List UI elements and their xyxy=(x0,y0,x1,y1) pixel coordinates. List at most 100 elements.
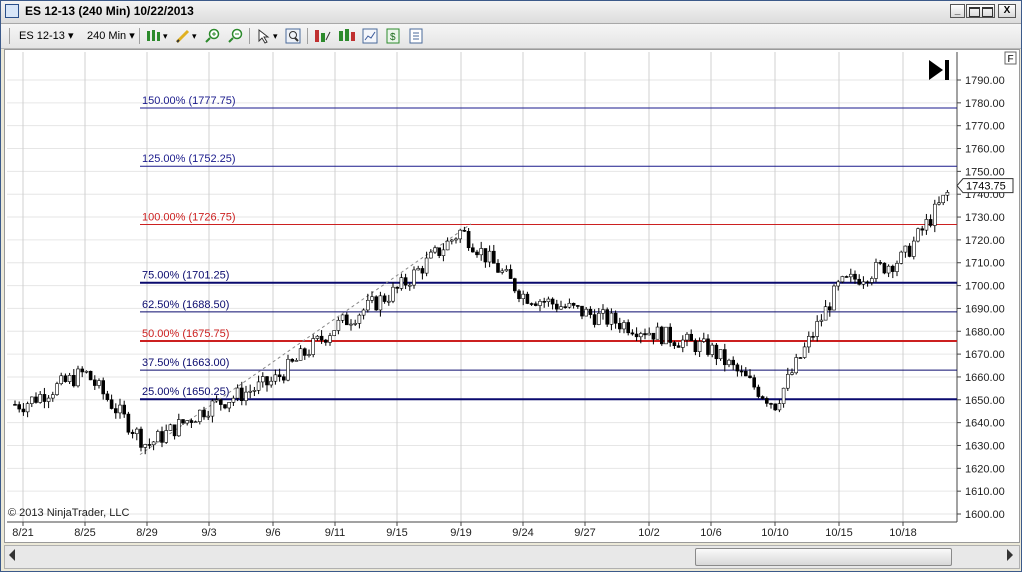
dollar-icon[interactable]: $ xyxy=(385,28,401,44)
candle-body xyxy=(177,419,181,437)
candle-body xyxy=(420,268,425,274)
close-button[interactable]: X xyxy=(998,4,1016,18)
candle-body xyxy=(319,335,324,341)
candle-body xyxy=(937,202,941,205)
x-tick-label: 10/2 xyxy=(638,527,659,539)
candle-body xyxy=(819,319,824,322)
candle-body xyxy=(861,281,866,285)
scroll-left-arrow-icon[interactable] xyxy=(9,549,15,561)
chart-icon[interactable] xyxy=(362,28,378,44)
candle-body xyxy=(769,403,773,405)
candle-body xyxy=(214,399,219,402)
candle-body xyxy=(244,391,248,402)
cursor-dropdown[interactable]: ▾ xyxy=(273,27,278,45)
candle-body xyxy=(290,358,295,362)
candle-body xyxy=(273,374,278,382)
candle-body xyxy=(302,348,307,356)
cursor-icon[interactable] xyxy=(256,28,272,44)
y-tick-label: 1650.00 xyxy=(965,395,1005,407)
candle-body xyxy=(357,314,362,324)
y-tick-label: 1770.00 xyxy=(965,121,1005,133)
x-tick-label: 10/6 xyxy=(700,527,721,539)
fib-level-label: 100.00% (1726.75) xyxy=(142,211,236,223)
candle-body xyxy=(130,431,135,435)
candle-body xyxy=(445,240,450,251)
candle-body xyxy=(399,277,404,289)
candle-body xyxy=(584,308,589,317)
zoom-in-icon[interactable] xyxy=(204,28,220,44)
candle-body xyxy=(504,269,509,272)
pencil-icon[interactable] xyxy=(175,28,191,44)
candle-body xyxy=(395,286,400,289)
candle-body xyxy=(122,404,126,415)
candlestick xyxy=(168,423,173,431)
candle-body xyxy=(172,424,177,437)
chart-panel[interactable]: 1790.00 1780.00 1770.00 1760.00 1750.00 1740.… xyxy=(4,49,1020,543)
candle-body xyxy=(790,372,794,375)
candle-body xyxy=(72,375,76,387)
candle-body xyxy=(143,444,147,448)
chart-app-icon xyxy=(5,4,19,18)
candle-body xyxy=(903,245,908,253)
scrollbar-thumb[interactable] xyxy=(695,548,952,566)
price-chart[interactable]: 1790.001780.001770.001760.001750.001740.… xyxy=(5,50,1019,542)
candle-body xyxy=(491,250,496,264)
candle-body xyxy=(613,312,618,324)
zoom-out-icon[interactable] xyxy=(227,28,243,44)
candle-body xyxy=(13,404,17,406)
minimize-button[interactable]: _ xyxy=(950,4,965,18)
candlestick xyxy=(88,370,93,381)
drawing-dropdown[interactable]: ▾ xyxy=(192,27,197,45)
candle-body xyxy=(202,409,206,418)
candle-body xyxy=(470,247,475,253)
candle-body xyxy=(680,339,685,348)
window-title: ES 12-13 (240 Min) 10/22/2013 xyxy=(25,4,194,18)
horizontal-scrollbar[interactable] xyxy=(4,545,1020,569)
restore-button[interactable] xyxy=(966,4,995,18)
candle-body xyxy=(265,376,269,386)
candle-body xyxy=(806,336,811,348)
copyright-text: © 2013 NinjaTrader, LLC xyxy=(8,507,129,519)
x-tick-label: 9/24 xyxy=(512,527,533,539)
strategies-icon[interactable] xyxy=(338,28,355,44)
candle-body xyxy=(151,441,156,446)
candle-body xyxy=(823,306,828,321)
candle-body xyxy=(109,399,114,409)
title-bar[interactable]: ES 12-13 (240 Min) 10/22/2013 _ X xyxy=(1,1,1021,24)
instrument-selector[interactable]: ES 12-13 ▾ xyxy=(19,27,73,45)
candle-body xyxy=(895,263,899,272)
candle-body xyxy=(601,309,605,314)
candle-body xyxy=(281,376,286,381)
bars-icon[interactable] xyxy=(145,28,161,44)
x-tick-label: 9/15 xyxy=(386,527,407,539)
properties-icon[interactable] xyxy=(408,28,424,44)
candle-body xyxy=(865,281,870,284)
y-tick-label: 1680.00 xyxy=(965,326,1005,338)
candle-body xyxy=(785,374,790,389)
candle-body xyxy=(710,344,715,355)
scroll-right-arrow-icon[interactable] xyxy=(1007,549,1013,561)
candle-body xyxy=(701,338,706,342)
magnify-icon[interactable] xyxy=(285,28,301,44)
y-tick-label: 1790.00 xyxy=(965,75,1005,87)
candle-body xyxy=(638,333,643,338)
candle-body xyxy=(882,262,887,274)
candle-body xyxy=(916,228,920,242)
candle-body xyxy=(206,415,210,418)
candle-body xyxy=(198,409,202,422)
candle-body xyxy=(643,333,647,336)
y-tick-label: 1690.00 xyxy=(965,303,1005,315)
candle-body xyxy=(731,359,736,366)
bars-dropdown[interactable]: ▾ xyxy=(163,27,168,45)
y-tick-label: 1760.00 xyxy=(965,144,1005,156)
candle-body xyxy=(59,375,64,384)
candle-body xyxy=(403,277,408,286)
candle-body xyxy=(454,238,458,241)
candle-body xyxy=(542,301,547,303)
candle-body xyxy=(945,192,950,196)
indicators-icon[interactable] xyxy=(313,28,331,44)
candle-body xyxy=(80,368,84,373)
x-tick-label: 9/3 xyxy=(201,527,216,539)
interval-selector[interactable]: 240 Min ▾ xyxy=(87,27,135,45)
fib-level-label: 75.00% (1701.25) xyxy=(142,270,229,282)
